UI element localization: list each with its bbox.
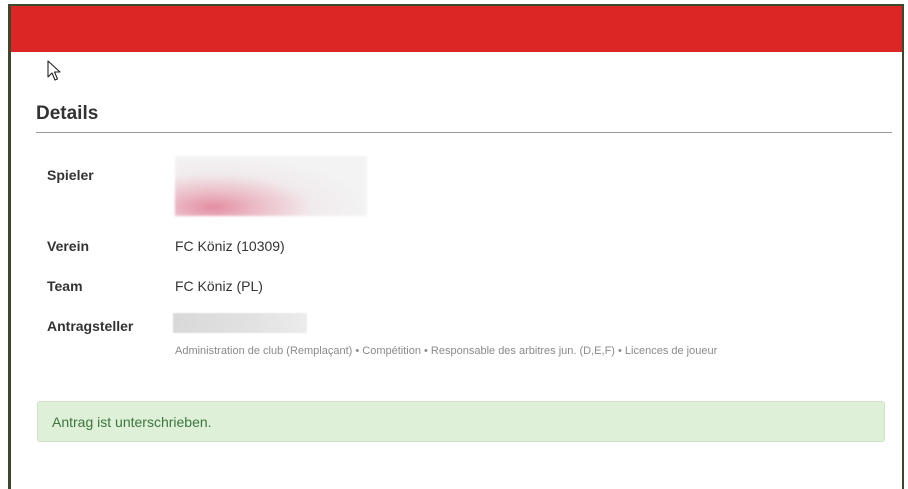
applicant-label: Antragsteller xyxy=(47,318,134,334)
header-bar xyxy=(11,6,902,52)
team-value: FC Köniz (PL) xyxy=(175,278,263,294)
alert-message: Antrag ist unterschrieben. xyxy=(52,414,212,430)
club-label: Verein xyxy=(47,238,90,254)
applicant-roles: Administration de club (Remplaçant) • Co… xyxy=(175,345,718,357)
player-photo-redacted xyxy=(175,156,367,216)
applicant-name-redacted xyxy=(173,313,307,333)
app-window: Details Spieler Verein FC Köniz (10309) … xyxy=(8,4,904,489)
section-divider xyxy=(36,132,892,133)
player-label: Spieler xyxy=(47,167,94,183)
section-title: Details xyxy=(36,103,99,124)
club-value: FC Köniz (10309) xyxy=(175,238,285,254)
mouse-pointer-icon xyxy=(47,60,61,81)
success-alert: Antrag ist unterschrieben. xyxy=(37,401,885,442)
team-label: Team xyxy=(47,278,83,294)
